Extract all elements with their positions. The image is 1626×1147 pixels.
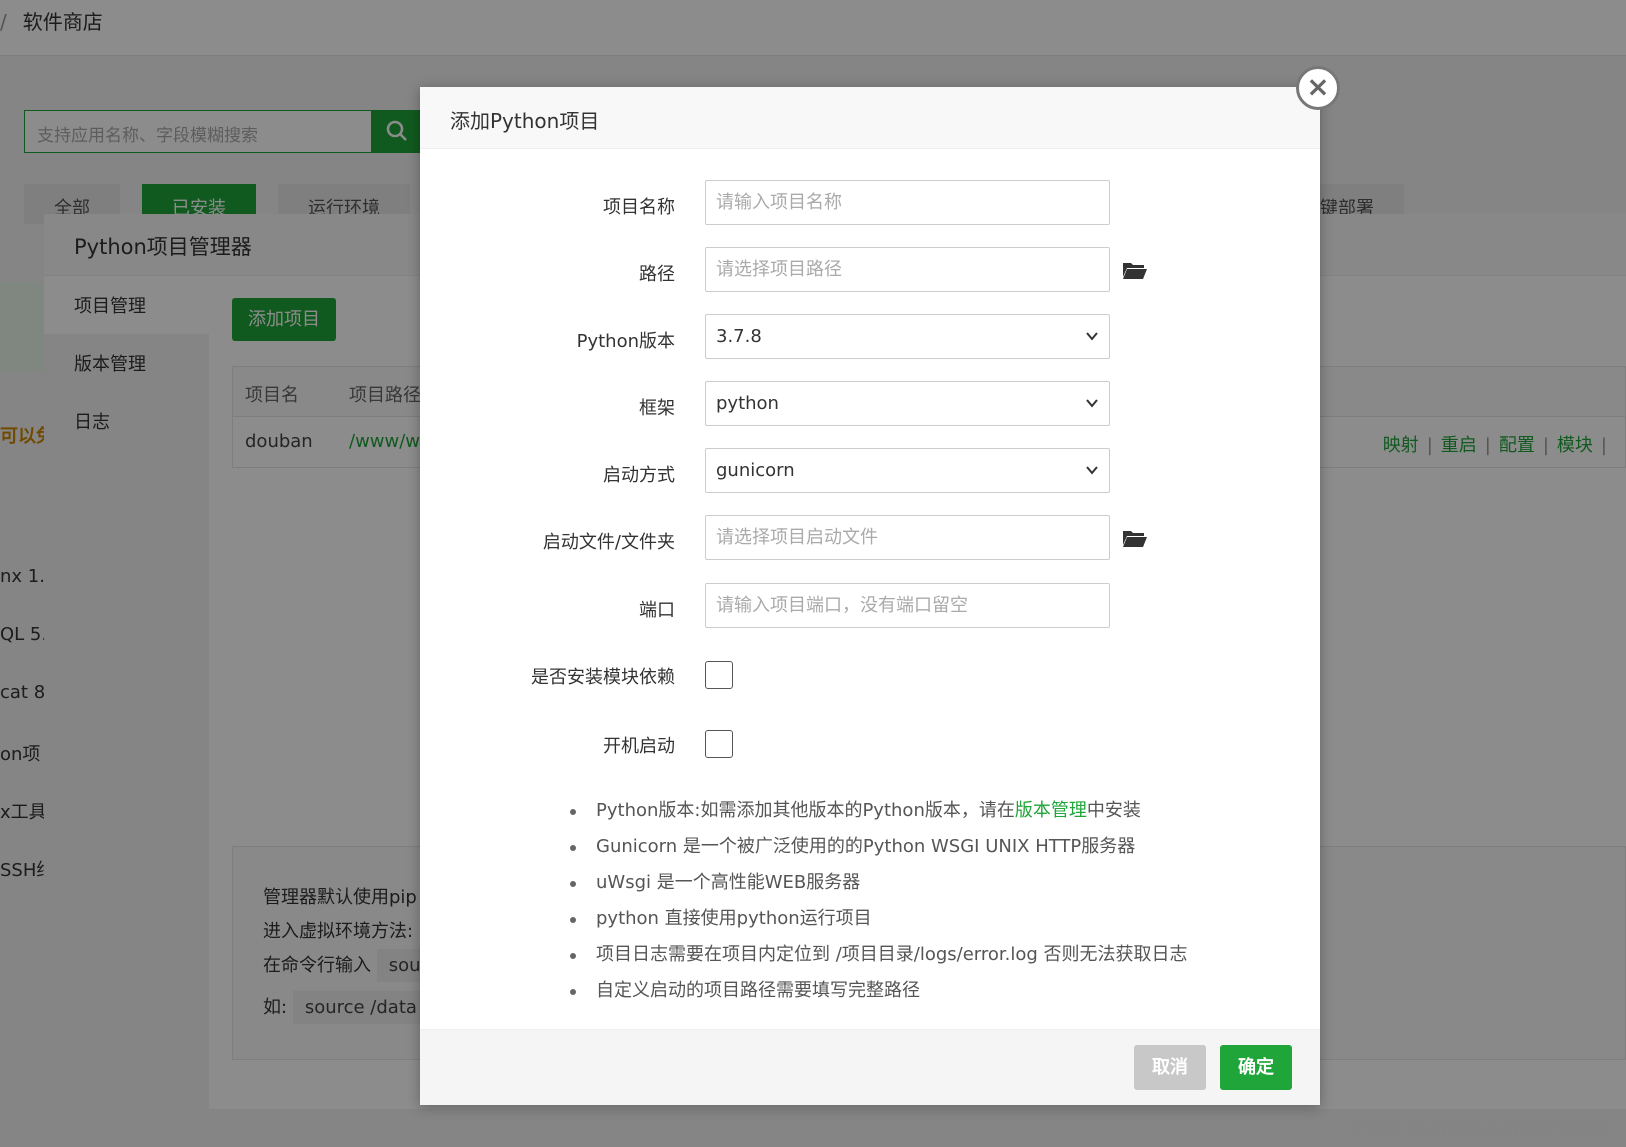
startup-mode-value: gunicorn xyxy=(716,460,795,481)
folder-open-icon[interactable] xyxy=(1122,528,1148,548)
add-python-project-dialog: 添加Python项目 项目名称 请输入项目名称 路径 请选择项目路径 Pytho… xyxy=(420,87,1320,1105)
start-file-input[interactable]: 请选择项目启动文件 xyxy=(705,515,1110,560)
startup-mode-select[interactable]: gunicorn xyxy=(705,448,1110,493)
tip-item: 自定义启动的项目路径需要填写完整路径 xyxy=(570,973,1290,1009)
framework-value: python xyxy=(716,393,779,414)
framework-select[interactable]: python xyxy=(705,381,1110,426)
python-version-label: Python版本 xyxy=(576,331,675,352)
dialog-header: 添加Python项目 xyxy=(420,87,1320,149)
dialog-title: 添加Python项目 xyxy=(450,109,600,133)
python-version-value: 3.7.8 xyxy=(716,326,762,347)
framework-label: 框架 xyxy=(639,398,675,419)
path-input[interactable]: 请选择项目路径 xyxy=(705,247,1110,292)
version-management-link[interactable]: 版本管理 xyxy=(1015,800,1087,821)
tip-item: Gunicorn 是一个被广泛使用的的Python WSGI UNIX HTTP… xyxy=(570,829,1290,865)
install-deps-label: 是否安装模块依赖 xyxy=(531,667,675,688)
startup-mode-label: 启动方式 xyxy=(603,465,675,486)
tip-text: 中安装 xyxy=(1086,800,1141,821)
tip-item: uWsgi 是一个高性能WEB服务器 xyxy=(570,865,1290,901)
port-input[interactable]: 请输入项目端口，没有端口留空 xyxy=(705,583,1110,628)
tip-item: Python版本:如需添加其他版本的Python版本，请在版本管理中安装 xyxy=(570,793,1290,829)
confirm-button[interactable]: 确定 xyxy=(1220,1045,1292,1090)
python-version-select[interactable]: 3.7.8 xyxy=(705,314,1110,359)
tip-item: 项目日志需要在项目内定位到 /项目目录/logs/error.log 否则无法获… xyxy=(570,937,1290,973)
project-name-input[interactable]: 请输入项目名称 xyxy=(705,180,1110,225)
folder-open-icon[interactable] xyxy=(1122,260,1148,280)
chevron-down-icon xyxy=(1086,399,1098,408)
chevron-down-icon xyxy=(1086,332,1098,341)
tip-item: python 直接使用python运行项目 xyxy=(570,901,1290,937)
tips-list: Python版本:如需添加其他版本的Python版本，请在版本管理中安装 Gun… xyxy=(570,793,1290,1009)
start-file-label: 启动文件/文件夹 xyxy=(542,532,675,553)
port-label: 端口 xyxy=(639,600,675,621)
cancel-button[interactable]: 取消 xyxy=(1134,1045,1206,1090)
install-deps-checkbox[interactable] xyxy=(705,661,733,689)
autostart-checkbox[interactable] xyxy=(705,730,733,758)
chevron-down-icon xyxy=(1086,466,1098,475)
autostart-label: 开机启动 xyxy=(603,736,675,757)
project-name-label: 项目名称 xyxy=(603,197,675,218)
tip-text: Python版本:如需添加其他版本的Python版本，请在 xyxy=(596,800,1015,821)
close-icon[interactable]: × xyxy=(1296,66,1340,110)
dialog-footer: 取消 确定 xyxy=(420,1029,1320,1105)
path-label: 路径 xyxy=(639,264,675,285)
